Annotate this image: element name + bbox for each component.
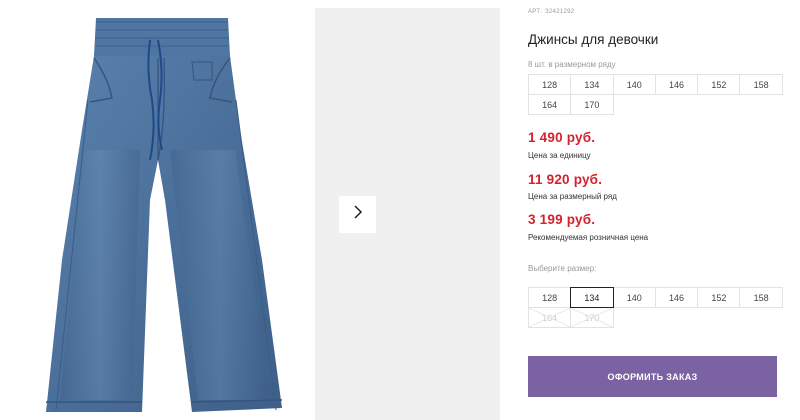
unit-price-label: Цена за единицу: [528, 151, 591, 160]
size-row-cell: 146: [654, 74, 699, 95]
size-option-disabled: 164: [528, 307, 572, 328]
size-select-label: Выберите размер:: [528, 264, 597, 273]
size-row-cell: 128: [528, 74, 572, 95]
size-row-cell: 140: [612, 74, 656, 95]
unavailable-cross-icon: [571, 308, 613, 327]
retail-price-label: Рекомендуемая розничная цена: [528, 233, 649, 242]
unit-price: 1 490 руб.: [528, 130, 596, 145]
place-order-button[interactable]: ОФОРМИТЬ ЗАКАЗ: [528, 356, 777, 397]
size-row-cell: 158: [739, 74, 783, 95]
size-option[interactable]: 152: [697, 287, 741, 308]
size-option[interactable]: 128: [528, 287, 572, 308]
size-option[interactable]: 140: [612, 287, 656, 308]
row-price: 11 920 руб.: [528, 172, 603, 187]
size-option-disabled: 170: [570, 307, 614, 328]
size-row-cell: 152: [697, 74, 741, 95]
unavailable-cross-icon: [529, 308, 571, 327]
row-price-label: Цена за размерный ряд: [528, 192, 617, 201]
article-value: 32421292: [545, 9, 575, 15]
size-row-cell: 170: [570, 94, 614, 115]
chevron-right-icon: [353, 204, 363, 225]
size-row-grid: 128 134 140 146 152 158 164 170: [528, 74, 783, 115]
gallery-next-button[interactable]: [339, 196, 376, 233]
size-option[interactable]: 158: [739, 287, 783, 308]
size-option-selected[interactable]: 134: [570, 287, 614, 308]
size-row-cell: 134: [570, 74, 614, 95]
article-label: АРТ:: [528, 9, 543, 15]
size-row-cell: 164: [528, 94, 572, 115]
retail-price: 3 199 руб.: [528, 212, 596, 227]
product-main-image: [0, 0, 300, 420]
article-number: АРТ: 32421292: [528, 9, 577, 15]
size-row-note: 8 шт. в размерном ряду: [528, 60, 616, 69]
size-select-grid: 128 134 140 146 152 158 164 170: [528, 287, 783, 328]
product-title: Джинсы для девочки: [528, 32, 659, 47]
size-option[interactable]: 146: [654, 287, 699, 308]
jeans-image: [46, 18, 283, 412]
